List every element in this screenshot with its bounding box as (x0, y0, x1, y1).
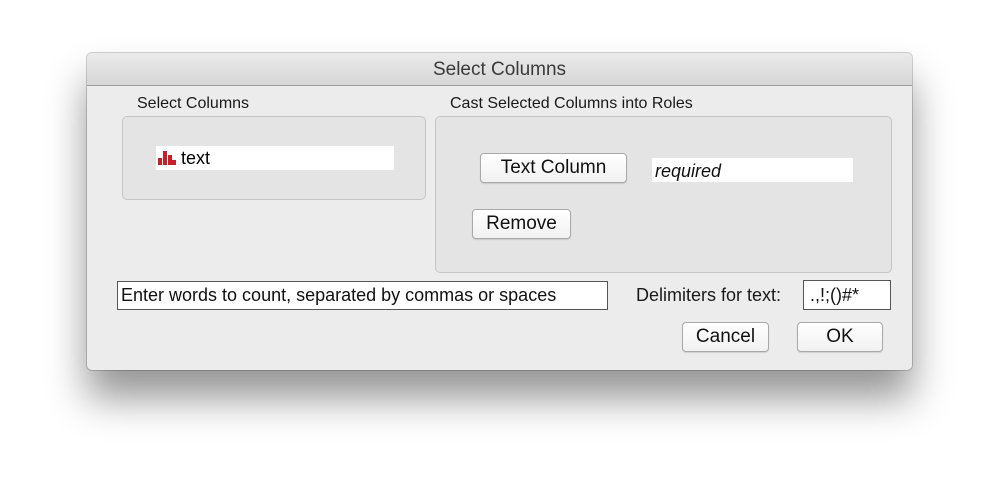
text-column-button[interactable]: Text Column (480, 153, 627, 183)
cast-roles-panel (435, 116, 892, 273)
column-item-text[interactable]: text (156, 146, 394, 170)
delimiters-input[interactable]: .,!;()#* (803, 280, 891, 310)
delimiters-label: Delimiters for text: (636, 285, 782, 305)
screen: Select Columns Select Columns text Cast … (0, 0, 999, 491)
bar-chart-icon (158, 149, 176, 165)
remove-button[interactable]: Remove (472, 209, 571, 239)
cancel-button[interactable]: Cancel (682, 322, 769, 352)
dialog-title: Select Columns (87, 53, 912, 86)
column-name: text (181, 148, 211, 168)
text-column-role-field[interactable]: required (652, 158, 853, 182)
select-columns-label: Select Columns (137, 95, 250, 112)
words-to-count-input[interactable]: Enter words to count, separated by comma… (117, 281, 608, 310)
cast-roles-label: Cast Selected Columns into Roles (450, 95, 693, 112)
select-columns-dialog: Select Columns Select Columns text Cast … (87, 53, 912, 370)
ok-button[interactable]: OK (797, 322, 883, 352)
